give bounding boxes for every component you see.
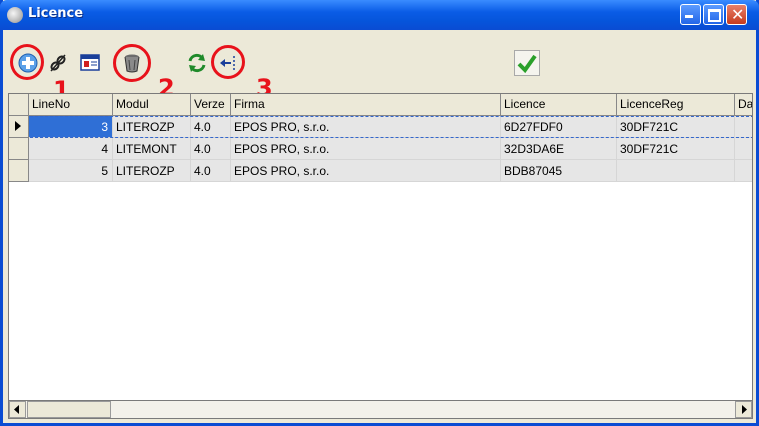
window-title: Licence xyxy=(28,6,84,21)
edit-button[interactable] xyxy=(47,52,69,74)
row-indicator[interactable] xyxy=(9,160,29,182)
cell-firma[interactable]: EPOS PRO, s.r.o. xyxy=(231,116,501,138)
close-icon: ✕ xyxy=(731,5,745,24)
cell-licencereg[interactable] xyxy=(617,160,735,182)
minimize-button[interactable] xyxy=(680,4,701,25)
cell-dat[interactable] xyxy=(735,116,752,138)
maximize-button[interactable] xyxy=(703,4,724,25)
refresh-icon xyxy=(188,53,206,73)
cell-modul[interactable]: LITEROZP xyxy=(113,116,191,138)
scroll-right-button[interactable] xyxy=(735,401,752,418)
annotation-circle-1 xyxy=(10,44,44,80)
column-header-licence[interactable]: Licence xyxy=(501,94,617,116)
cell-lineno[interactable]: 5 xyxy=(29,160,113,182)
header-indicator xyxy=(9,94,29,116)
cell-verze[interactable]: 4.0 xyxy=(191,160,231,182)
horizontal-scrollbar[interactable] xyxy=(8,401,753,419)
row-indicator[interactable] xyxy=(9,138,29,160)
title-bar[interactable]: Licence ✕ xyxy=(0,0,759,30)
cell-lineno[interactable]: 3 xyxy=(29,116,113,138)
confirm-button[interactable] xyxy=(514,50,540,76)
app-icon xyxy=(7,7,23,23)
annotation-circle-3 xyxy=(211,45,245,79)
column-header-modul[interactable]: Modul xyxy=(113,94,191,116)
column-header-firma[interactable]: Firma xyxy=(231,94,501,116)
detail-button[interactable] xyxy=(79,52,101,74)
cell-verze[interactable]: 4.0 xyxy=(191,116,231,138)
column-header-lineno[interactable]: LineNo xyxy=(29,94,113,116)
close-button[interactable]: ✕ xyxy=(726,4,747,25)
scroll-thumb[interactable] xyxy=(27,401,111,418)
cell-licencereg[interactable]: 30DF721C xyxy=(617,138,735,160)
column-header-verze[interactable]: Verze xyxy=(191,94,231,116)
annotation-circle-2 xyxy=(113,44,151,82)
maximize-icon xyxy=(708,9,721,22)
scroll-left-button[interactable] xyxy=(9,401,26,418)
cell-licence[interactable]: 6D27FDF0 xyxy=(501,116,617,138)
cell-dat[interactable] xyxy=(735,160,752,182)
current-row-icon xyxy=(15,121,21,131)
refresh-button[interactable] xyxy=(186,52,208,74)
confirm-icon xyxy=(517,54,537,74)
minimize-icon xyxy=(685,15,693,18)
column-header-licencereg[interactable]: LicenceReg xyxy=(617,94,735,116)
cell-firma[interactable]: EPOS PRO, s.r.o. xyxy=(231,138,501,160)
row-indicator[interactable] xyxy=(9,116,29,138)
cell-dat[interactable] xyxy=(735,138,752,160)
cell-licencereg[interactable]: 30DF721C xyxy=(617,116,735,138)
cell-licence[interactable]: BDB87045 xyxy=(501,160,617,182)
link-icon xyxy=(50,54,66,72)
cell-verze[interactable]: 4.0 xyxy=(191,138,231,160)
licence-grid[interactable]: LineNo Modul Verze Firma Licence Licence… xyxy=(8,93,753,401)
card-icon xyxy=(80,54,100,71)
cell-lineno[interactable]: 4 xyxy=(29,138,113,160)
arrow-left-icon xyxy=(14,405,19,414)
arrow-right-icon xyxy=(742,405,747,414)
cell-firma[interactable]: EPOS PRO, s.r.o. xyxy=(231,160,501,182)
cell-modul[interactable]: LITEMONT xyxy=(113,138,191,160)
cell-licence[interactable]: 32D3DA6E xyxy=(501,138,617,160)
cell-modul[interactable]: LITEROZP xyxy=(113,160,191,182)
column-header-dat[interactable]: Dat xyxy=(735,94,752,116)
